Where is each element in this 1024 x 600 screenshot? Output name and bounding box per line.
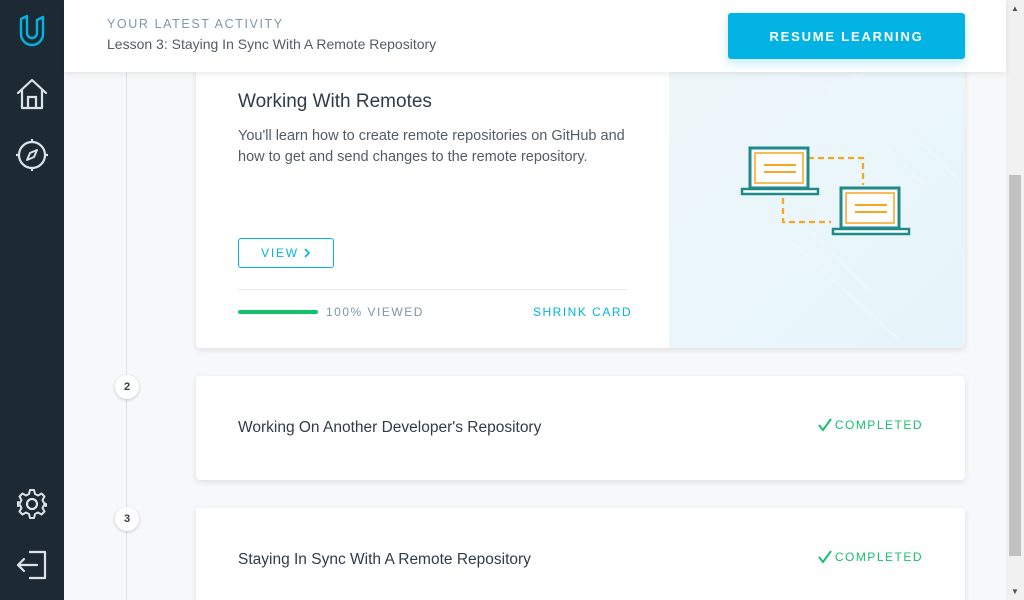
lesson-title: Working On Another Developer's Repositor… xyxy=(238,419,542,436)
chevron-right-icon xyxy=(304,248,311,258)
scroll-up-arrow-icon[interactable]: ▲ xyxy=(1006,0,1024,17)
two-laptops-icon xyxy=(740,69,960,341)
latest-lesson-title[interactable]: Lesson 3: Staying In Sync With A Remote … xyxy=(107,36,436,52)
activity-kicker: YOUR LATEST ACTIVITY xyxy=(107,17,284,31)
scrollbar[interactable]: ▲ ▼ xyxy=(1006,0,1024,600)
lesson-illustration xyxy=(669,40,965,348)
card-divider xyxy=(238,289,627,290)
lesson-title: Staying In Sync With A Remote Repository xyxy=(238,551,531,568)
activity-header: YOUR LATEST ACTIVITY Lesson 3: Staying I… xyxy=(64,0,1006,72)
step-number-2: 2 xyxy=(115,375,139,399)
scroll-down-arrow-icon[interactable]: ▼ xyxy=(1006,583,1024,600)
progress-bar xyxy=(238,310,318,314)
completed-badge: COMPLETED xyxy=(818,550,923,564)
checkmark-icon xyxy=(818,418,832,432)
completed-badge: COMPLETED xyxy=(818,418,923,432)
view-button-label: VIEW xyxy=(261,246,299,260)
viewed-label: 100% VIEWED xyxy=(326,305,424,319)
lesson-title: Working With Remotes xyxy=(238,91,432,112)
sidebar xyxy=(0,0,64,600)
gear-icon[interactable] xyxy=(14,486,50,522)
resume-learning-button[interactable]: RESUME LEARNING xyxy=(728,13,965,59)
scrollbar-thumb[interactable] xyxy=(1009,175,1021,556)
lesson-card-2[interactable]: Working On Another Developer's Repositor… xyxy=(196,376,965,480)
home-icon[interactable] xyxy=(14,76,50,112)
progress-bar-fill xyxy=(238,310,318,314)
compass-icon[interactable] xyxy=(14,137,50,173)
view-button[interactable]: VIEW xyxy=(238,238,334,268)
lesson-card-expanded: Working With Remotes You'll learn how to… xyxy=(196,40,965,348)
lesson-description: You'll learn how to create remote reposi… xyxy=(238,128,625,165)
logout-icon[interactable] xyxy=(14,547,50,583)
shrink-card-link[interactable]: SHRINK CARD xyxy=(533,305,632,319)
lesson-card-3[interactable]: Staying In Sync With A Remote Repository… xyxy=(196,508,965,600)
checkmark-icon xyxy=(818,550,832,564)
step-number-3: 3 xyxy=(115,507,139,531)
completed-label: COMPLETED xyxy=(834,550,923,564)
udacity-logo-icon[interactable] xyxy=(14,14,50,50)
completed-label: COMPLETED xyxy=(834,418,923,432)
